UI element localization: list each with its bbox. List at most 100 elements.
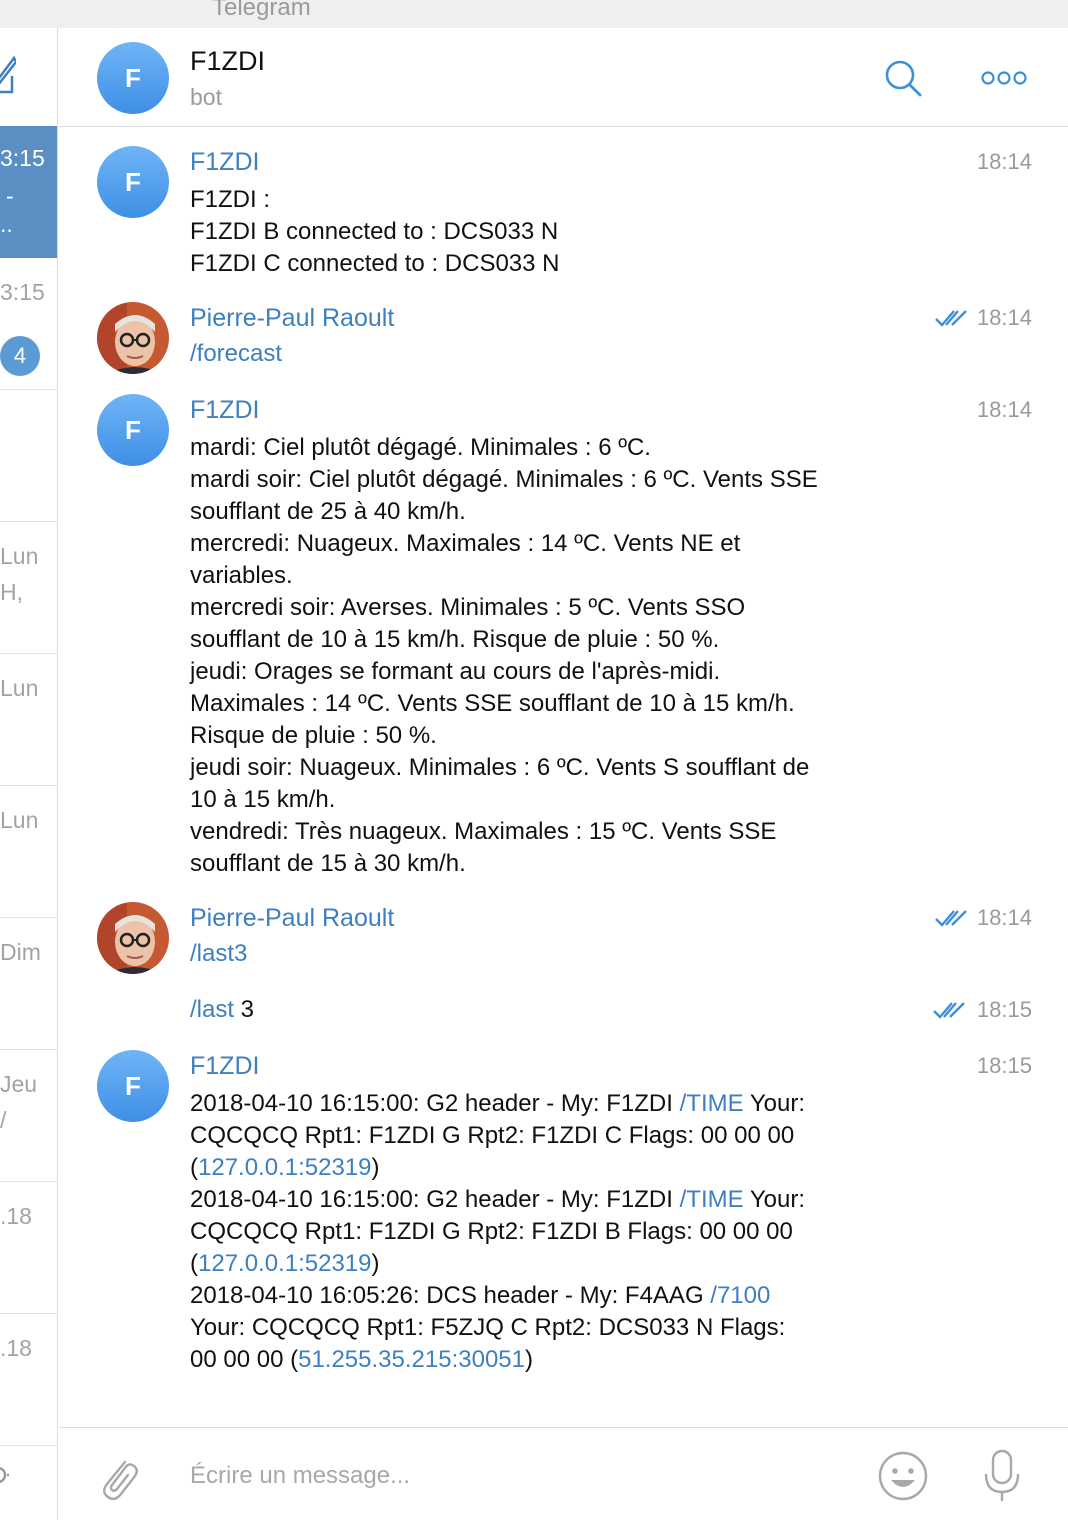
log-text: 2018-04-10 16:15:00: G2 header - My: F1Z… <box>190 1186 680 1213</box>
message-input[interactable] <box>190 1456 850 1496</box>
message-list[interactable]: F F1ZDI 18:14 F1ZDI : F1ZDI B connected … <box>59 128 1068 1426</box>
chat-time: Lun <box>0 675 39 701</box>
message-line: variables. <box>190 562 293 589</box>
chat-item[interactable]: Lun <box>0 654 57 786</box>
message-line: 10 à 15 km/h. <box>190 786 336 813</box>
settings-icon[interactable] <box>0 1460 12 1490</box>
message-line: mercredi soir: Averses. Minimales : 5 ºC… <box>190 594 746 621</box>
chat-item[interactable]: .18 <box>0 1314 57 1446</box>
chat-item[interactable]: Dim <box>0 918 57 1050</box>
message: F F1ZDI 18:15 2018-04-10 16:15:00: G2 he… <box>59 1050 1068 1380</box>
avatar-photo <box>97 902 169 974</box>
chat-header: F F1ZDI bot <box>59 28 1068 127</box>
message-text: /forecast <box>190 338 282 370</box>
message-line: soufflant de 15 à 30 km/h. <box>190 850 466 877</box>
chat-item[interactable]: Jeu / <box>0 1050 57 1182</box>
ip-link[interactable]: 127.0.0.1:52319 <box>198 1154 372 1181</box>
chat-item[interactable] <box>0 390 57 522</box>
avatar[interactable] <box>97 302 169 374</box>
chat-item[interactable]: 3:15 4 <box>0 258 57 390</box>
log-text: 00 00 00 ( <box>190 1346 299 1373</box>
message-line: F1ZDI B connected to : DCS033 N <box>190 218 559 245</box>
chat-title[interactable]: F1ZDI <box>190 46 265 77</box>
chat-subtitle: bot <box>190 84 222 110</box>
chat-preview: - <box>6 183 14 209</box>
message: Pierre-Paul Raoult 18:14 /forecast <box>59 302 1068 382</box>
ip-link[interactable]: 127.0.0.1:52319 <box>198 1250 372 1277</box>
message-time: 18:14 <box>976 905 1032 930</box>
search-icon[interactable] <box>883 58 923 98</box>
message-text: /last3 <box>190 938 247 970</box>
chat-list-sidebar: 3:15 - .. 3:15 4 Lun H, Lun Lun Dim Jeu … <box>0 28 58 1520</box>
message-time: 18:14 <box>976 397 1032 422</box>
chat-item[interactable]: 3:15 - .. <box>0 126 57 258</box>
ip-link[interactable]: 51.255.35.215:30051 <box>298 1346 525 1373</box>
message-sender[interactable]: Pierre-Paul Raoult <box>190 902 394 934</box>
message-time: 18:15 <box>976 997 1032 1022</box>
double-check-icon <box>933 1002 965 1019</box>
avatar[interactable]: F <box>97 42 169 114</box>
chat-item[interactable]: Lun <box>0 786 57 918</box>
compose-icon[interactable] <box>0 54 16 94</box>
chat-item[interactable]: Lun H, <box>0 522 57 654</box>
chat-time: Lun <box>0 807 39 833</box>
message: F F1ZDI 18:14 mardi: Ciel plutôt dégagé.… <box>59 394 1068 884</box>
message-text: mardi: Ciel plutôt dégagé. Minimales : 6… <box>190 432 818 880</box>
microphone-icon[interactable] <box>981 1448 1023 1504</box>
chat-time: Lun <box>0 543 39 569</box>
command-argument: 3 <box>234 996 255 1023</box>
message-line: mardi: Ciel plutôt dégagé. Minimales : 6… <box>190 434 651 461</box>
avatar[interactable]: F <box>97 1050 169 1122</box>
message-sender[interactable]: Pierre-Paul Raoult <box>190 302 394 334</box>
bot-command-link[interactable]: /last3 <box>190 938 247 970</box>
message: F F1ZDI 18:14 F1ZDI : F1ZDI B connected … <box>59 146 1068 286</box>
attach-icon[interactable] <box>95 1452 141 1502</box>
unread-badge: 4 <box>0 336 40 376</box>
chat-preview: H, <box>0 579 23 605</box>
message-line: jeudi: Orages se formant au cours de l'a… <box>190 658 721 685</box>
chat-preview: .. <box>0 211 13 237</box>
message-line: mardi soir: Ciel plutôt dégagé. Minimale… <box>190 466 818 493</box>
message-line: mercredi: Nuageux. Maximales : 14 ºC. Ve… <box>190 530 741 557</box>
window-titlebar: Telegram <box>0 0 1068 28</box>
chat-time: Jeu <box>0 1071 38 1097</box>
log-text: Your: CQCQCQ Rpt1: F5ZJQ C Rpt2: DCS033 … <box>190 1314 786 1341</box>
message-line: vendredi: Très nuageux. Maximales : 15 º… <box>190 818 777 845</box>
log-text: 2018-04-10 16:05:26: DCS header - My: F4… <box>190 1282 711 1309</box>
double-check-icon <box>935 910 967 927</box>
more-icon[interactable] <box>981 68 1027 88</box>
message-text: 2018-04-10 16:15:00: G2 header - My: F1Z… <box>190 1090 806 1373</box>
log-text: ) <box>524 1346 533 1373</box>
log-text: 2018-04-10 16:15:00: G2 header - My: F1Z… <box>190 1090 680 1117</box>
chat-time: Dim <box>0 939 41 965</box>
bot-command-link[interactable]: /last <box>190 996 234 1023</box>
log-text: Your: <box>743 1090 806 1117</box>
bot-command-link[interactable]: /TIME <box>680 1186 744 1213</box>
chat-preview: / <box>0 1107 7 1133</box>
avatar[interactable] <box>97 902 169 974</box>
message-sender[interactable]: F1ZDI <box>190 1050 259 1082</box>
message-composer <box>59 1427 1068 1520</box>
chat-time: .18 <box>0 1203 32 1229</box>
chat-item[interactable]: .18 <box>0 1182 57 1314</box>
message: 18:15 /last 3 <box>59 994 1068 1034</box>
bot-command-link[interactable]: /7100 <box>710 1282 770 1309</box>
message-time: 18:15 <box>976 1053 1032 1078</box>
message-text: /last 3 <box>190 994 254 1026</box>
message-time: 18:14 <box>976 305 1032 330</box>
message-line: jeudi soir: Nuageux. Minimales : 6 ºC. V… <box>190 754 810 781</box>
avatar[interactable]: F <box>97 146 169 218</box>
bot-command-link[interactable]: /forecast <box>190 338 282 370</box>
bot-command-link[interactable]: /TIME <box>680 1090 744 1117</box>
avatar[interactable]: F <box>97 394 169 466</box>
chat-time: .18 <box>0 1335 32 1361</box>
message: Pierre-Paul Raoult 18:14 /last3 <box>59 902 1068 982</box>
emoji-icon[interactable] <box>877 1450 929 1502</box>
message-line: Maximales : 14 ºC. Vents SSE soufflant d… <box>190 690 795 717</box>
window-title: Telegram <box>212 0 311 21</box>
log-text: Your: <box>743 1186 806 1213</box>
message-sender[interactable]: F1ZDI <box>190 394 259 426</box>
message-sender[interactable]: F1ZDI <box>190 146 259 178</box>
chat-time: 3:15 <box>0 145 45 171</box>
message-line: F1ZDI : <box>190 186 271 213</box>
